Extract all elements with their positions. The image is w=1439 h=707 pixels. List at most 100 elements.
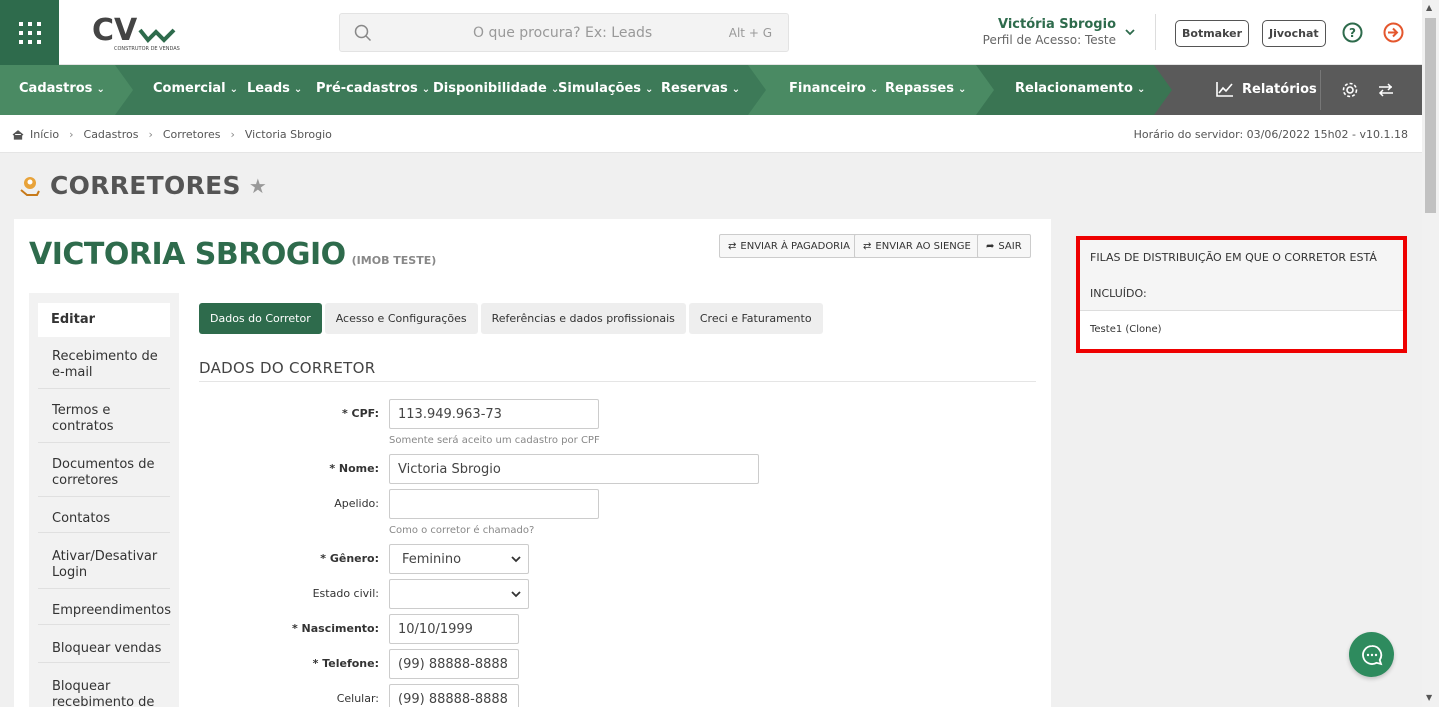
search-placeholder: O que procura? Ex: Leads <box>473 25 653 41</box>
estado-civil-label: Estado civil: <box>312 587 379 600</box>
cpf-label: * CPF: <box>341 407 379 420</box>
sidebar-item-termos[interactable]: Termos e contratos <box>38 403 170 443</box>
tab-dados-corretor[interactable]: Dados do Corretor <box>199 303 322 334</box>
panel-title-line2: INCLUÍDO: <box>1090 287 1147 300</box>
sidebar-item-editar[interactable]: Editar <box>38 303 170 337</box>
chart-line-icon <box>1216 82 1233 97</box>
top-bar: CV CONSTRUTOR DE VENDAS O que procura? E… <box>0 0 1422 65</box>
chat-bubble-icon <box>1361 644 1382 665</box>
chevron-down-icon: ⌄ <box>1136 84 1146 95</box>
nascimento-label: * Nascimento: <box>291 622 379 635</box>
tab-referencias[interactable]: Referências e dados profissionais <box>480 303 686 334</box>
swap-icon[interactable] <box>1378 83 1394 97</box>
home-icon <box>12 129 24 140</box>
sidebar-item-empreendimentos[interactable]: Empreendimentos <box>38 603 171 625</box>
sidebar-item-bloquear-vendas[interactable]: Bloquear vendas <box>38 641 170 663</box>
chevron-down-icon: ⌄ <box>957 84 967 95</box>
apps-grid-button[interactable] <box>0 0 59 65</box>
breadcrumb-cadastros[interactable]: Cadastros <box>84 128 139 141</box>
search-box[interactable]: O que procura? Ex: Leads Alt + G <box>339 13 789 52</box>
sidebar-item-ativar-login[interactable]: Ativar/Desativar Login <box>38 549 170 589</box>
apelido-label: Apelido: <box>334 497 379 510</box>
star-icon[interactable]: ★ <box>249 174 267 198</box>
exit-button[interactable]: ➦ SAIR <box>977 234 1031 258</box>
tab-bar: Dados do Corretor Acesso e Configurações… <box>199 303 823 334</box>
estado-civil-select[interactable] <box>389 579 529 609</box>
chevron-down-icon: ⌄ <box>96 84 105 95</box>
nav-repasses[interactable]: Repasses ⌄ <box>885 81 966 96</box>
cpf-hint: Somente será aceito um cadastro por CPF <box>389 435 600 446</box>
page-title: CORRETORES ★ <box>18 171 267 200</box>
logout-icon[interactable] <box>1383 22 1404 43</box>
celular-field[interactable]: (99) 88888-8888 <box>389 684 519 707</box>
panel-title-line1: FILAS DE DISTRIBUIÇÃO EM QUE O CORRETOR … <box>1090 251 1377 264</box>
broker-company: (IMOB TESTE) <box>351 254 437 267</box>
search-shortcut: Alt + G <box>728 26 772 40</box>
chat-button[interactable] <box>1349 632 1394 677</box>
chevron-down-icon: ⌄ <box>731 84 741 95</box>
chevron-down-icon: ⌄ <box>293 84 303 95</box>
tab-creci[interactable]: Creci e Faturamento <box>688 303 823 334</box>
sidebar-item-documentos[interactable]: Documentos de corretores <box>38 457 170 497</box>
nav-comercial[interactable]: Comercial ⌄ <box>153 81 238 96</box>
distribution-queues-panel: FILAS DE DISTRIBUIÇÃO EM QUE O CORRETOR … <box>1076 236 1407 353</box>
send-pagadoria-button[interactable]: ⇄ ENVIAR À PAGADORIA <box>719 234 859 258</box>
grid-icon <box>18 21 41 44</box>
telefone-field[interactable]: (99) 88888-8888 <box>389 649 519 679</box>
help-icon[interactable]: ? <box>1342 22 1363 43</box>
broker-name: VICTORIA SBROGIO <box>29 237 346 272</box>
main-card: VICTORIA SBROGIO (IMOB TESTE) ⇄ ENVIAR À … <box>14 219 1051 707</box>
sidebar-item-bloquear-recebimento[interactable]: Bloquear recebimento de <box>38 679 170 707</box>
nav-financeiro[interactable]: Financeiro ⌄ <box>789 81 878 96</box>
scroll-down-icon[interactable]: ▼ <box>1426 693 1432 702</box>
nascimento-field[interactable]: 10/10/1999 <box>389 614 519 644</box>
nav-relacionamento[interactable]: Relacionamento ⌄ <box>1015 81 1145 96</box>
svg-text:?: ? <box>1349 26 1356 40</box>
user-profile: Perfil de Acesso: Teste <box>982 33 1116 47</box>
chevron-down-icon <box>511 556 521 563</box>
nav-simulacoes[interactable]: Simulações ⌄ <box>558 81 653 96</box>
page-title-text: CORRETORES <box>50 171 241 200</box>
user-menu[interactable]: Victória Sbrogio Perfil de Acesso: Teste <box>983 17 1116 47</box>
search-icon <box>354 24 372 42</box>
nav-cadastros[interactable]: Cadastros ⌄ <box>19 81 105 96</box>
logo[interactable]: CV CONSTRUTOR DE VENDAS <box>92 12 187 54</box>
nav-pre-cadastros[interactable]: Pré-cadastros ⌄ <box>316 81 430 96</box>
swap-icon: ⇄ <box>863 240 872 252</box>
apelido-field[interactable] <box>389 489 599 519</box>
tab-acesso[interactable]: Acesso e Configurações <box>324 303 478 334</box>
nav-relatorios[interactable]: Relatórios <box>1216 81 1317 97</box>
nav-disponibilidade[interactable]: Disponibilidade ⌄ <box>433 81 559 96</box>
chevron-down-icon[interactable] <box>1124 26 1136 38</box>
swap-icon: ⇄ <box>728 240 737 252</box>
chevron-down-icon: ⌄ <box>421 84 431 95</box>
send-sienge-button[interactable]: ⇄ ENVIAR AO SIENGE <box>854 234 980 258</box>
main-nav: Cadastros ⌄ Comercial ⌄ Leads ⌄ Pré-cadastr… <box>0 65 1422 115</box>
chevron-down-icon <box>511 591 521 598</box>
breadcrumb-corretores[interactable]: Corretores <box>163 128 221 141</box>
sidebar: Editar Recebimento de e-mail Termos e co… <box>29 293 179 707</box>
broker-heading: VICTORIA SBROGIO (IMOB TESTE) <box>29 237 436 272</box>
gear-icon[interactable] <box>1341 81 1359 99</box>
scroll-up-icon[interactable]: ▲ <box>1426 3 1432 12</box>
scrollbar[interactable]: ▲ ▼ <box>1422 0 1439 707</box>
nav-reservas[interactable]: Reservas ⌄ <box>661 81 740 96</box>
share-arrow-icon: ➦ <box>986 240 995 252</box>
nome-field[interactable]: Victoria Sbrogio <box>389 454 759 484</box>
nav-leads[interactable]: Leads ⌄ <box>247 81 302 96</box>
user-name: Victória Sbrogio <box>997 17 1116 32</box>
cpf-field[interactable]: 113.949.963-73 <box>389 399 599 429</box>
breadcrumb-inicio[interactable]: Início <box>30 128 59 141</box>
genero-label: * Gênero: <box>320 552 379 565</box>
scrollbar-thumb[interactable] <box>1425 18 1436 213</box>
apelido-hint: Como o corretor é chamado? <box>389 525 535 536</box>
botmaker-button[interactable]: Botmaker <box>1175 20 1249 47</box>
queue-entry: Teste1 (Clone) <box>1090 324 1162 335</box>
sidebar-item-recebimento-email[interactable]: Recebimento de e-mail <box>38 349 170 389</box>
chevron-down-icon: ⌄ <box>229 84 239 95</box>
nome-label: * Nome: <box>329 462 379 475</box>
jivochat-button[interactable]: Jivochat <box>1262 20 1326 47</box>
genero-select[interactable]: Feminino <box>389 544 529 574</box>
breadcrumb-bar: Início › Cadastros › Corretores › Victor… <box>0 115 1422 153</box>
sidebar-item-contatos[interactable]: Contatos <box>38 511 170 533</box>
